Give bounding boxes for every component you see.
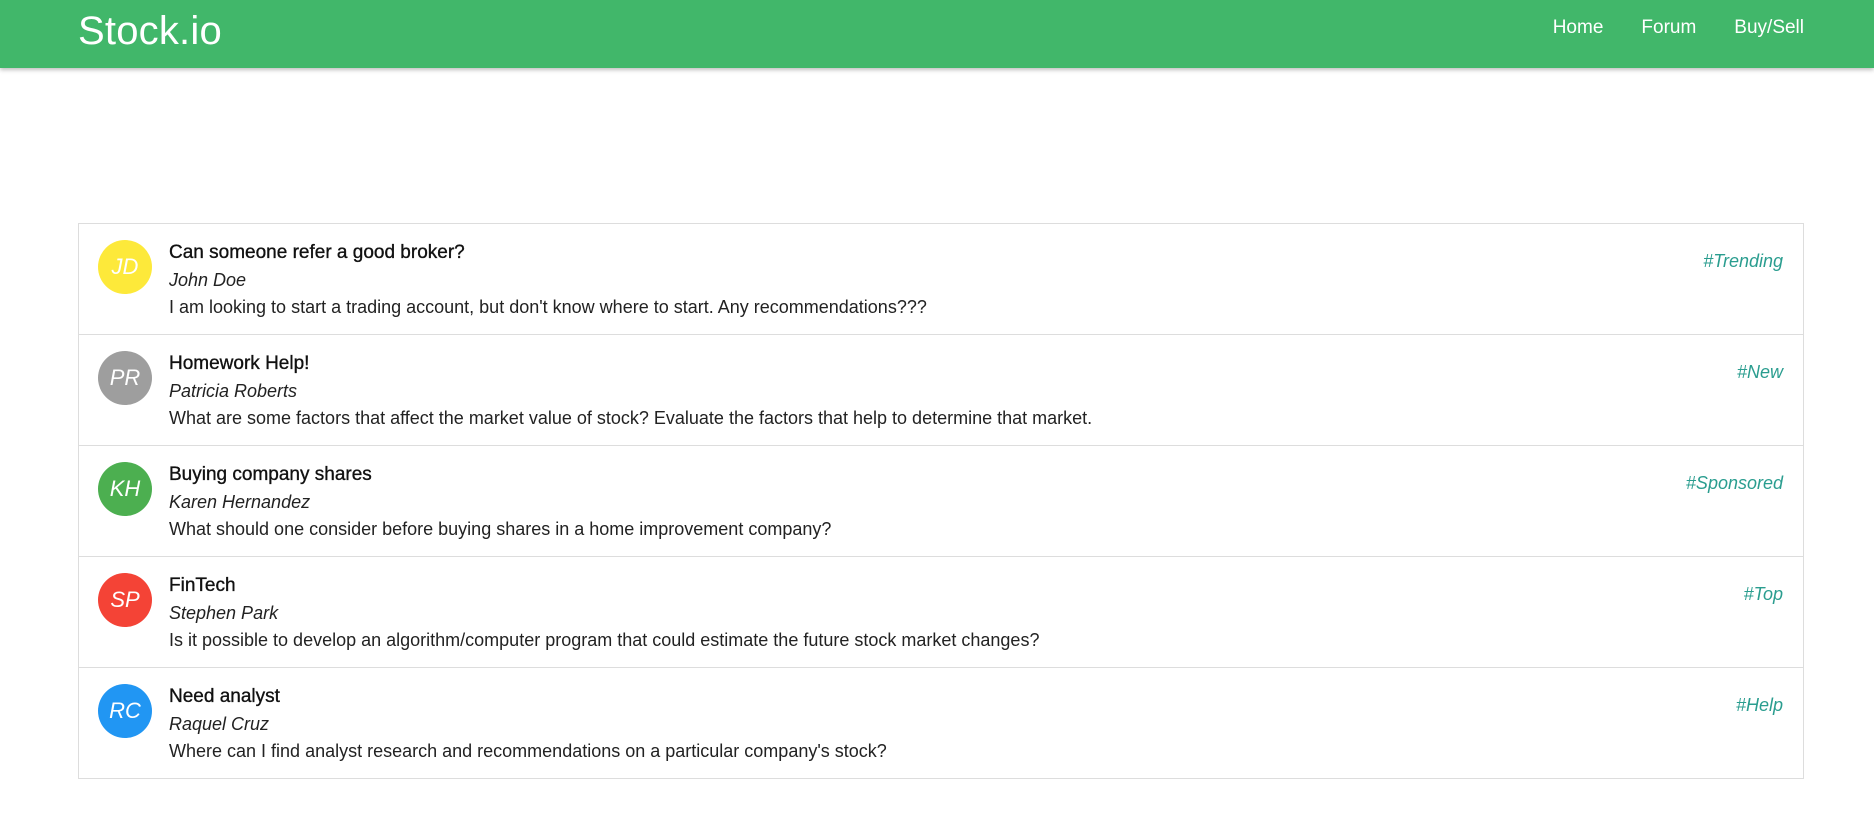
post-author: Stephen Park [169, 603, 279, 623]
top-navbar: Stock.io Home Forum Buy/Sell [0, 0, 1874, 68]
forum-post[interactable]: SP FinTech Stephen Park Is it possible t… [79, 557, 1803, 668]
forum-post[interactable]: RC Need analyst Raquel Cruz Where can I … [79, 668, 1803, 779]
brand-logo[interactable]: Stock.io [78, 7, 222, 55]
post-tag[interactable]: #Sponsored [1686, 470, 1783, 496]
nav-link-buy-sell[interactable]: Buy/Sell [1715, 15, 1804, 41]
nav-link-forum[interactable]: Forum [1622, 15, 1715, 41]
post-author: Karen Hernandez [169, 492, 311, 512]
post-title[interactable]: Can someone refer a good broker? [169, 240, 1603, 266]
post-body: Buying company shares Karen Hernandez Wh… [169, 462, 1603, 543]
post-text: Where can I find analyst research and re… [169, 741, 887, 761]
nav-links: Home Forum Buy/Sell [1534, 15, 1804, 41]
post-text: What should one consider before buying s… [169, 519, 832, 539]
post-tag[interactable]: #Top [1744, 581, 1783, 607]
post-title[interactable]: FinTech [169, 573, 1603, 599]
avatar: SP [98, 573, 152, 627]
avatar: PR [98, 351, 152, 405]
post-text: What are some factors that affect the ma… [169, 408, 1093, 428]
post-author: John Doe [169, 270, 247, 290]
post-title[interactable]: Need analyst [169, 684, 1603, 710]
post-text: Is it possible to develop an algorithm/c… [169, 630, 1040, 650]
post-body: Need analyst Raquel Cruz Where can I fin… [169, 684, 1603, 765]
forum-post[interactable]: KH Buying company shares Karen Hernandez… [79, 446, 1803, 557]
nav-link-home[interactable]: Home [1534, 15, 1623, 41]
post-title[interactable]: Homework Help! [169, 351, 1603, 377]
avatar: KH [98, 462, 152, 516]
post-body: Can someone refer a good broker? John Do… [169, 240, 1603, 321]
avatar: RC [98, 684, 152, 738]
post-tag[interactable]: #New [1737, 359, 1783, 385]
post-body: FinTech Stephen Park Is it possible to d… [169, 573, 1603, 654]
post-tag[interactable]: #Trending [1703, 248, 1783, 274]
post-author: Raquel Cruz [169, 714, 270, 734]
post-tag[interactable]: #Help [1736, 692, 1783, 718]
post-body: Homework Help! Patricia Roberts What are… [169, 351, 1603, 432]
post-title[interactable]: Buying company shares [169, 462, 1603, 488]
forum-post[interactable]: JD Can someone refer a good broker? John… [79, 224, 1803, 335]
forum-post-list: JD Can someone refer a good broker? John… [78, 223, 1804, 779]
avatar: JD [98, 240, 152, 294]
post-text: I am looking to start a trading account,… [169, 297, 927, 317]
forum-post[interactable]: PR Homework Help! Patricia Roberts What … [79, 335, 1803, 446]
post-author: Patricia Roberts [169, 381, 298, 401]
